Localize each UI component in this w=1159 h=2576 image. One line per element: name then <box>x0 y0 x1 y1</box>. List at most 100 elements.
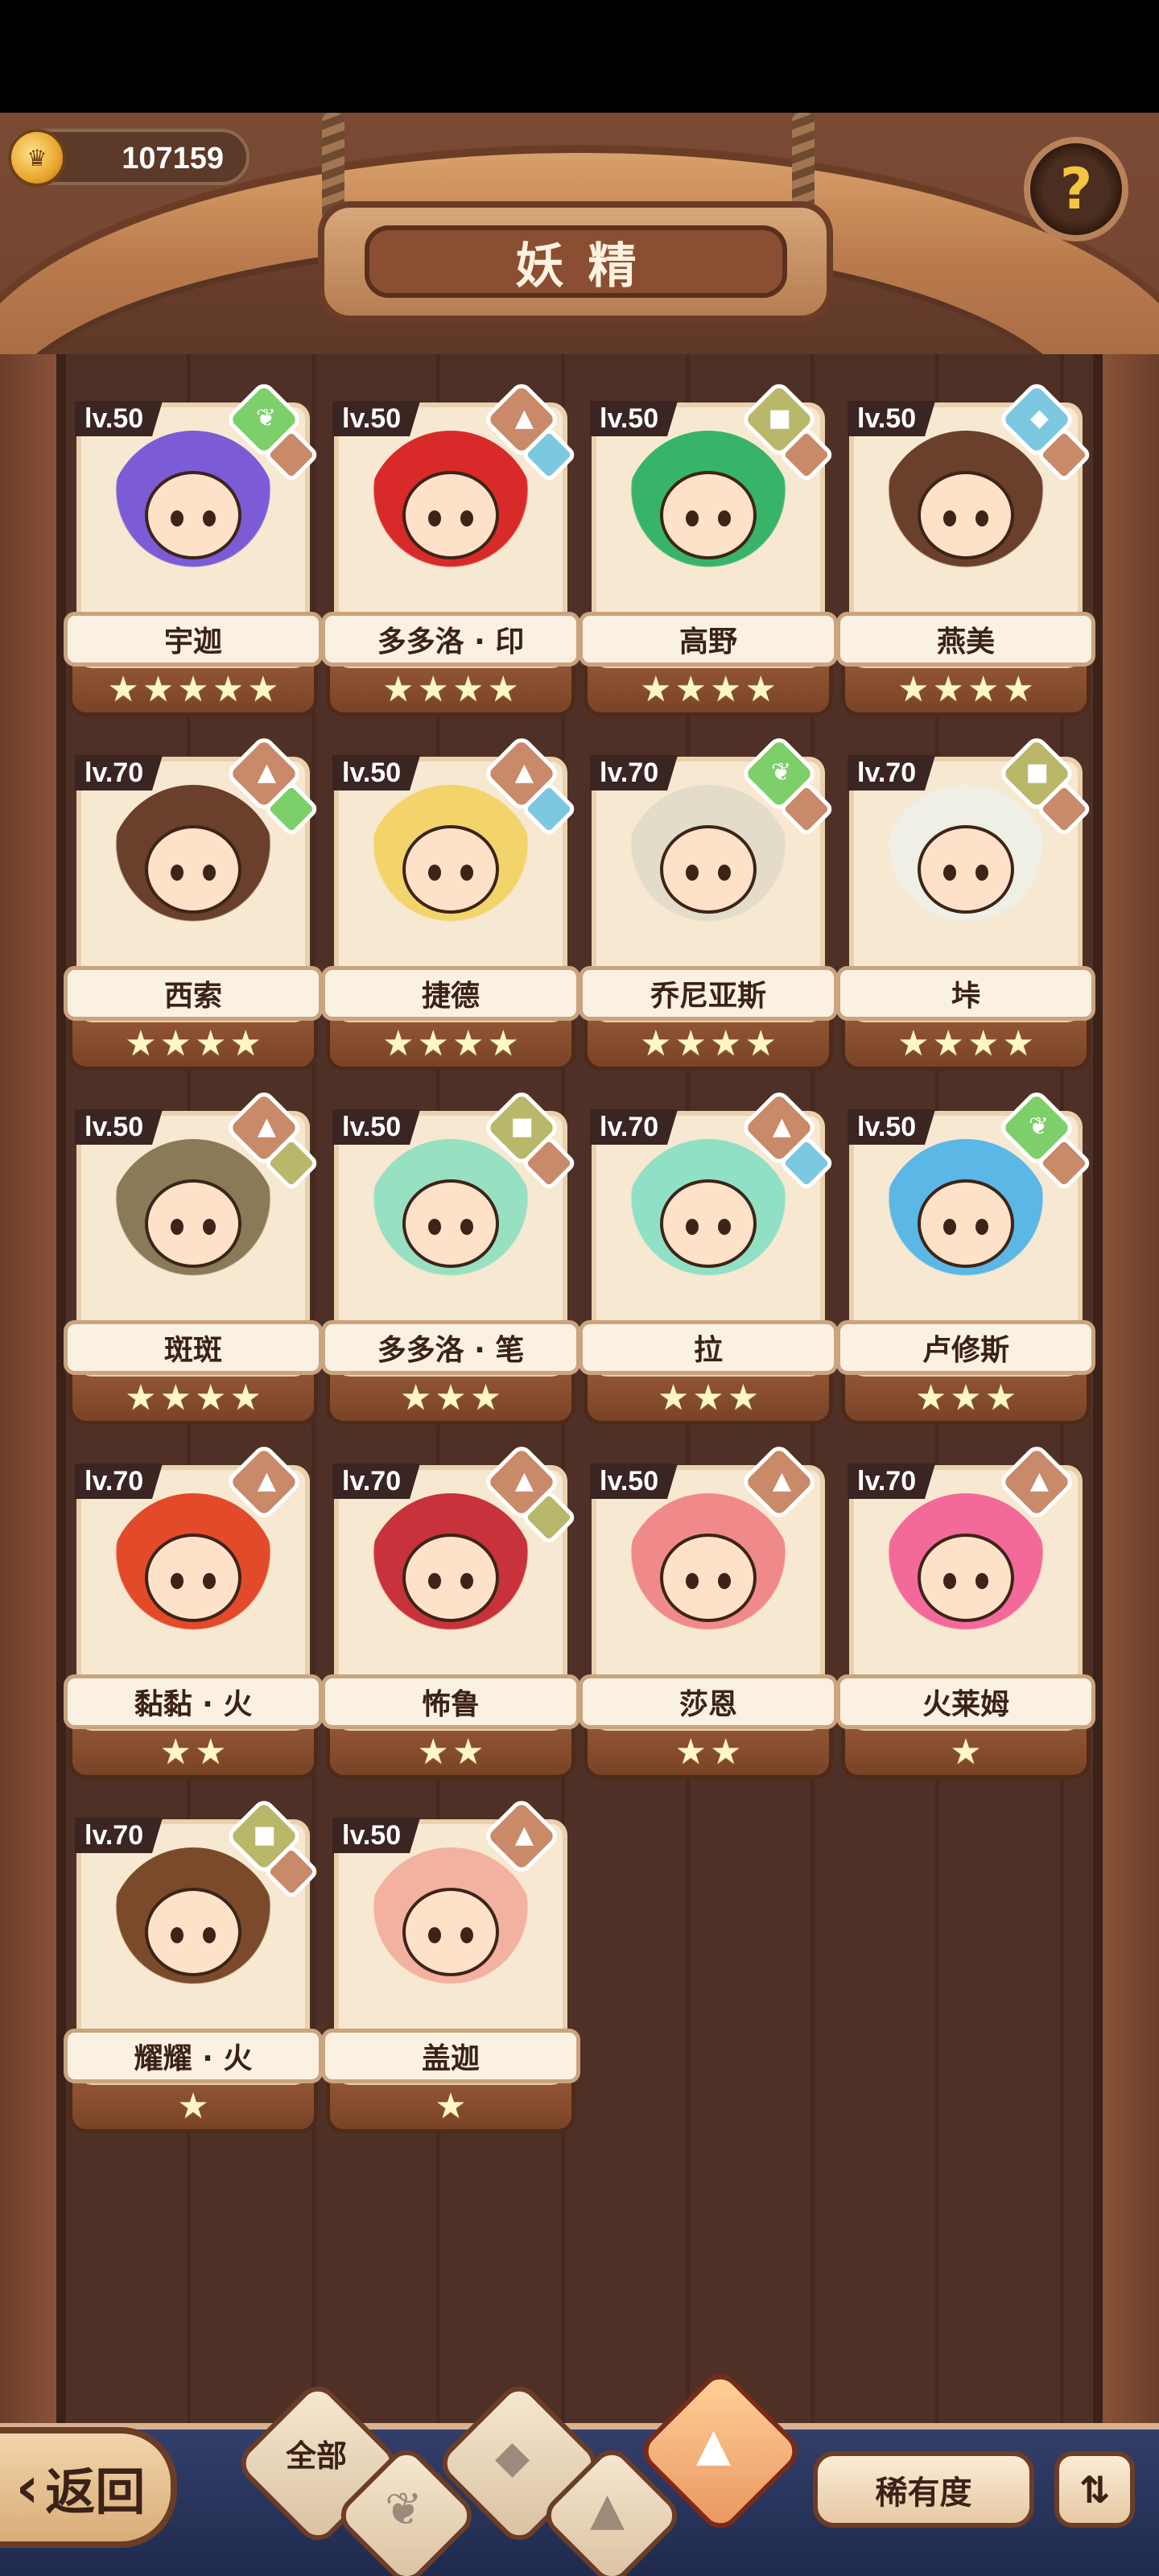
star-icon: ★ <box>229 1023 262 1064</box>
star-icon: ★ <box>177 2086 209 2127</box>
name-banner: 多多洛 · 笔 <box>321 1320 580 1375</box>
level-badge: lv.70 <box>75 1463 163 1499</box>
star-icon: ★ <box>382 1023 415 1064</box>
fairy-name: 高野 <box>678 625 737 658</box>
name-banner: 卢修斯 <box>836 1320 1095 1375</box>
fairy-portrait <box>109 1493 278 1662</box>
fairy-card[interactable]: lv.50 ▲ 捷德 ★ ★ ★ ★ <box>321 733 580 1071</box>
star-icon: ★ <box>452 669 485 710</box>
star-rating: ★ <box>326 2087 575 2127</box>
fairy-card[interactable]: lv.50 ▲ 多多洛 · 印 ★ ★ ★ ★ <box>321 379 580 716</box>
star-icon: ★ <box>417 1023 449 1064</box>
star-icon: ★ <box>674 1732 707 1773</box>
fairy-card[interactable]: lv.50 ■ 高野 ★ ★ ★ ★ <box>579 379 838 716</box>
star-icon: ★ <box>1002 669 1034 710</box>
fairy-portrait <box>881 785 1050 954</box>
fairy-card[interactable]: lv.50 ▲ 莎恩 ★ ★ <box>579 1442 838 1779</box>
rarity-label: 稀有度 <box>875 2474 972 2512</box>
fairy-name: 拉 <box>693 1334 723 1367</box>
fairy-card[interactable]: lv.50 ❦ 宇迦 ★ ★ ★ ★ ★ <box>64 379 323 716</box>
fairy-portrait <box>881 1139 1050 1308</box>
star-icon: ★ <box>897 1023 930 1064</box>
star-icon: ★ <box>727 1377 760 1418</box>
star-rating: ★ ★ ★ ★ <box>326 670 575 710</box>
name-banner: 宇迦 <box>64 612 323 667</box>
fairy-card[interactable]: lv.70 ■ 垰 ★ ★ ★ ★ <box>836 733 1095 1071</box>
level-badge: lv.50 <box>75 1109 163 1145</box>
fairy-name: 莎恩 <box>678 1688 737 1721</box>
star-icon: ★ <box>692 1377 724 1418</box>
name-banner: 斑斑 <box>64 1320 323 1375</box>
star-icon: ★ <box>452 1023 485 1064</box>
fairy-card[interactable]: lv.50 ◆ 燕美 ★ ★ ★ ★ <box>836 379 1095 716</box>
fairy-name: 斑斑 <box>163 1334 222 1367</box>
star-icon: ★ <box>417 1732 449 1773</box>
fairy-card[interactable]: lv.50 ■ 多多洛 · 笔 ★ ★ ★ <box>321 1088 580 1425</box>
star-rating: ★ ★ ★ <box>584 1378 833 1418</box>
star-icon: ★ <box>212 669 245 710</box>
fairy-portrait <box>624 431 793 600</box>
star-icon: ★ <box>159 1023 192 1064</box>
right-rail <box>1103 354 1159 2528</box>
filter-all-label: 全部 <box>286 2438 348 2474</box>
star-icon: ★ <box>950 1377 982 1418</box>
help-icon: ? <box>1059 156 1093 222</box>
star-icon: ★ <box>159 1732 192 1773</box>
name-banner: 西索 <box>64 966 323 1021</box>
star-icon: ★ <box>125 1023 157 1064</box>
name-banner: 黏黏 · 火 <box>64 1674 323 1729</box>
fairy-card[interactable]: lv.70 ▲ 拉 ★ ★ ★ <box>579 1088 838 1425</box>
fairy-card[interactable]: lv.50 ❦ 卢修斯 ★ ★ ★ <box>836 1088 1095 1425</box>
fairy-card[interactable]: lv.70 ▲ 火莱姆 ★ <box>836 1442 1095 1779</box>
level-badge: lv.70 <box>590 1109 678 1145</box>
sort-button[interactable]: ⇅ <box>1054 2451 1135 2528</box>
fairy-portrait <box>624 1139 793 1308</box>
rarity-sort-button[interactable]: 稀有度 <box>813 2451 1034 2528</box>
star-icon: ★ <box>142 669 175 710</box>
star-icon: ★ <box>195 1023 227 1064</box>
star-rating: ★ ★ ★ <box>326 1378 575 1418</box>
fairy-card[interactable]: lv.70 ❦ 乔尼亚斯 ★ ★ ★ ★ <box>579 733 838 1071</box>
fairy-card[interactable]: lv.50 ▲ 斑斑 ★ ★ ★ ★ <box>64 1088 323 1425</box>
level-badge: lv.70 <box>75 755 163 791</box>
name-banner: 多多洛 · 印 <box>321 612 580 667</box>
star-icon: ★ <box>159 1377 192 1418</box>
fairy-card[interactable]: lv.70 ■ 耀耀 · 火 ★ <box>64 1796 323 2133</box>
collection-scene: ♛ 107159 ? 妖精 lv.50 ❦ 宇迦 ★ ★ ★ ★ ★ lv.50 ▲ 多多洛 · 印… <box>0 113 1159 2576</box>
title-sign: 妖精 <box>318 201 833 322</box>
level-badge: lv.70 <box>332 1463 421 1499</box>
star-icon: ★ <box>967 1023 1000 1064</box>
name-banner: 火莱姆 <box>836 1674 1095 1729</box>
name-banner: 盖迦 <box>321 2029 580 2083</box>
fairy-portrait <box>366 785 535 954</box>
fairy-card[interactable]: lv.70 ▲ 怖鲁 ★ ★ <box>321 1442 580 1779</box>
level-badge: lv.50 <box>332 1818 421 1853</box>
star-icon: ★ <box>710 1732 742 1773</box>
star-icon: ★ <box>247 669 279 710</box>
level-badge: lv.70 <box>848 1463 936 1499</box>
star-rating: ★ ★ ★ <box>841 1378 1091 1418</box>
help-button[interactable]: ? <box>1024 137 1128 242</box>
star-rating: ★ <box>841 1732 1091 1773</box>
star-rating: ★ ★ <box>584 1732 833 1773</box>
fairy-card[interactable]: lv.70 ▲ 西索 ★ ★ ★ ★ <box>64 733 323 1071</box>
fairy-name: 耀耀 · 火 <box>134 2042 253 2075</box>
star-rating: ★ ★ ★ ★ <box>326 1024 575 1064</box>
star-icon: ★ <box>452 1732 485 1773</box>
fairy-card[interactable]: lv.50 ▲ 盖迦 ★ <box>321 1796 580 2133</box>
level-badge: lv.50 <box>332 755 421 791</box>
level-badge: lv.50 <box>590 1463 678 1499</box>
name-banner: 莎恩 <box>579 1674 838 1729</box>
star-icon: ★ <box>674 1023 707 1064</box>
sort-icon: ⇅ <box>1079 2467 1111 2512</box>
fairy-name: 多多洛 · 印 <box>377 625 525 658</box>
fairy-card[interactable]: lv.70 ▲ 黏黏 · 火 ★ ★ <box>64 1442 323 1779</box>
crown-coin-icon: ♛ <box>8 129 66 187</box>
name-banner: 乔尼亚斯 <box>579 966 838 1021</box>
back-button[interactable]: ‹ 返回 <box>0 2427 177 2548</box>
level-badge: lv.50 <box>332 401 421 436</box>
star-rating: ★ ★ ★ ★ <box>584 1024 833 1064</box>
star-rating: ★ ★ <box>326 1732 575 1773</box>
star-icon: ★ <box>399 1377 432 1418</box>
fairy-name: 卢修斯 <box>922 1334 1009 1367</box>
